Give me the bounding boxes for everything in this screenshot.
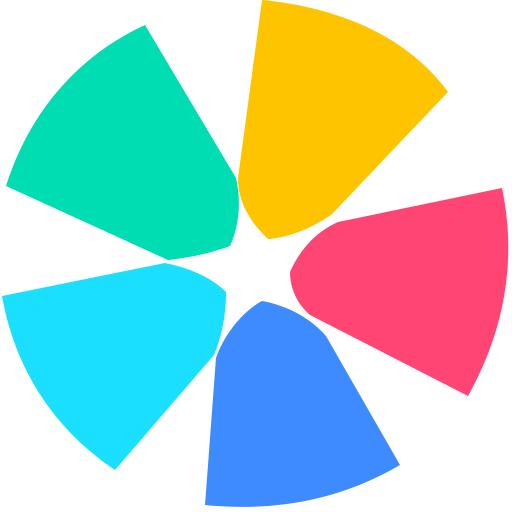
petal-yellow bbox=[238, 0, 448, 239]
petal-cyan bbox=[2, 263, 226, 470]
petal-green bbox=[6, 25, 239, 260]
pinwheel-logo-icon bbox=[0, 0, 512, 512]
pinwheel-svg bbox=[2, 0, 509, 507]
